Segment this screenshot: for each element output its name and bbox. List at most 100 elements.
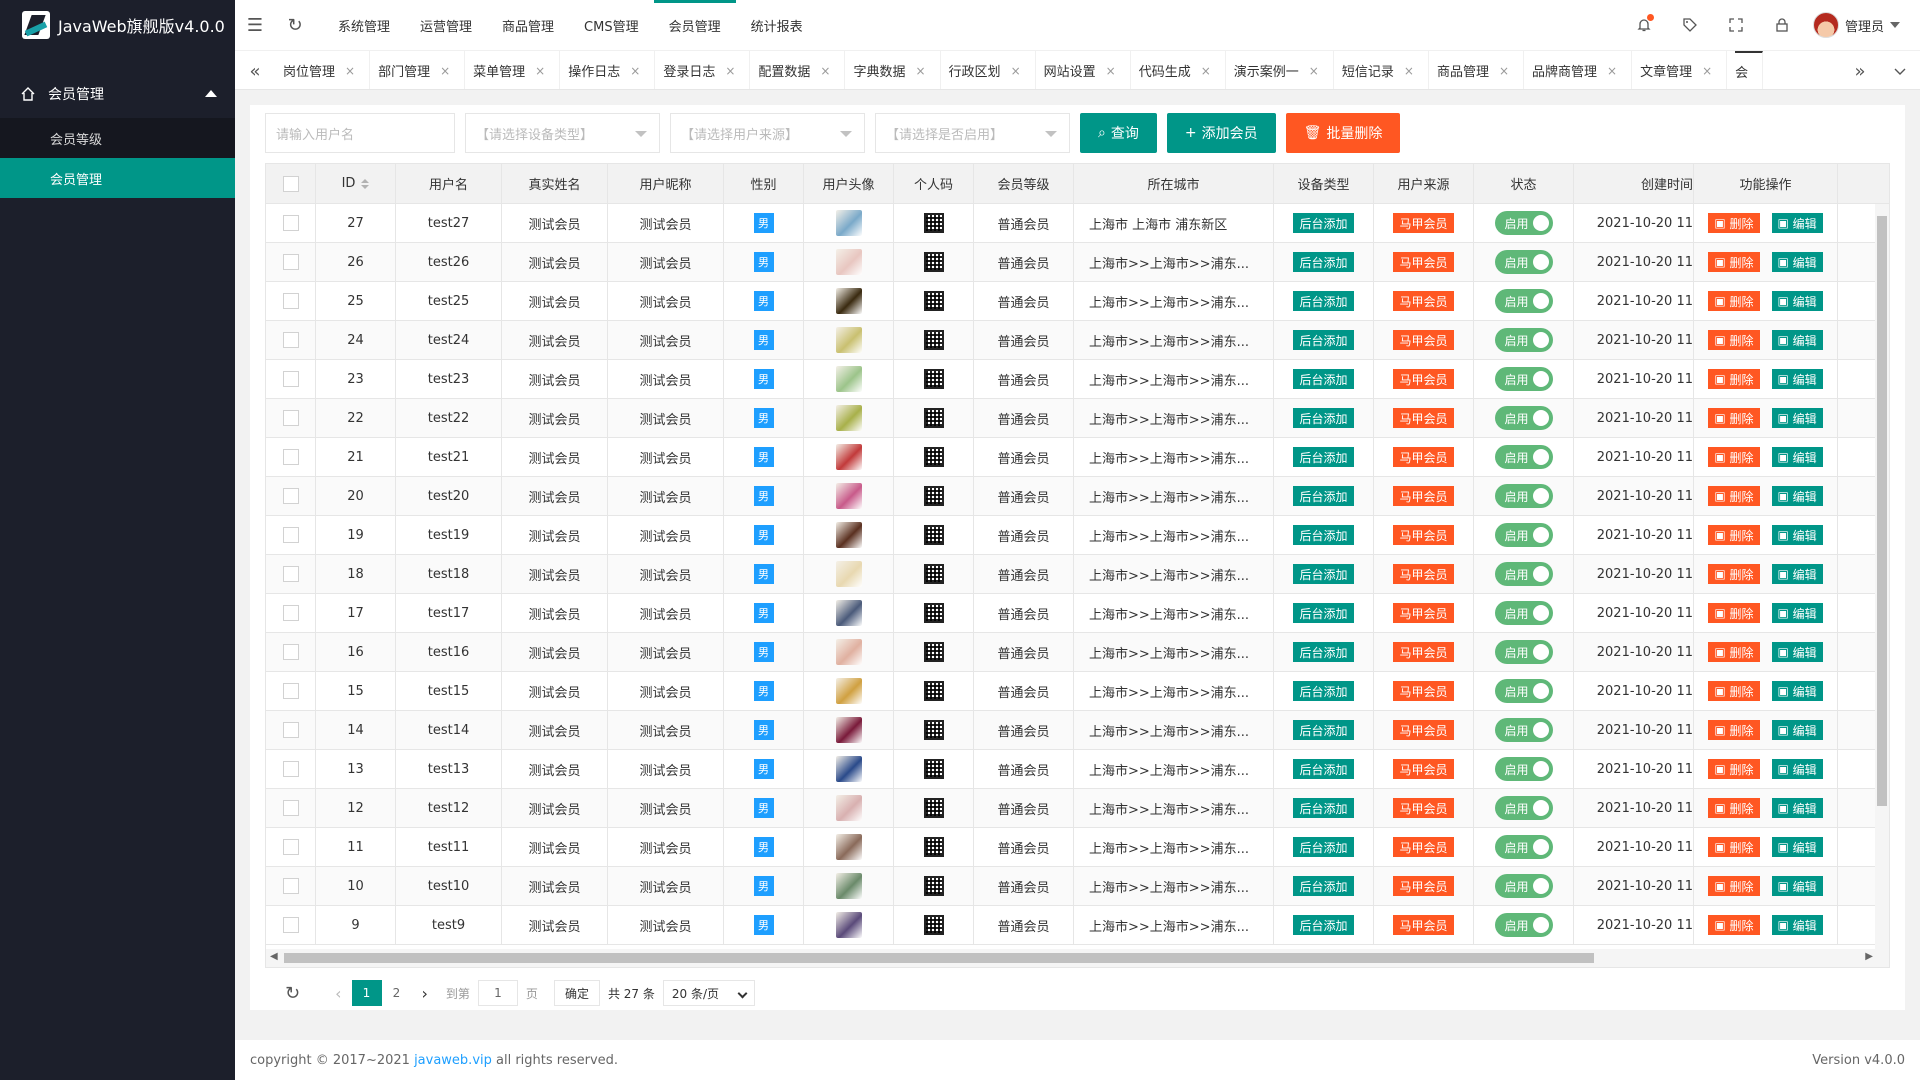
delete-button[interactable]: ▣ 删除 (1708, 564, 1760, 584)
edit-button[interactable]: ▣ 编辑 (1771, 486, 1823, 506)
scroll-right-icon[interactable]: ▶ (1865, 951, 1873, 962)
row-checkbox[interactable] (282, 761, 299, 777)
delete-button[interactable]: ▣ 删除 (1708, 291, 1760, 311)
delete-button[interactable]: ▣ 删除 (1708, 252, 1760, 272)
status-toggle[interactable]: 启用 (1494, 679, 1553, 703)
tab-item[interactable]: 操作日志 × (568, 51, 656, 89)
goto-page-input[interactable]: 1 (477, 980, 518, 1006)
user-avatar-thumb[interactable] (835, 600, 862, 626)
user-avatar-thumb[interactable] (835, 912, 862, 938)
query-button[interactable]: ⌕ 查询 (1080, 113, 1157, 153)
tag-icon[interactable] (1667, 0, 1713, 50)
qr-code-icon[interactable] (923, 486, 944, 506)
topnav-system[interactable]: 系统管理 (323, 0, 405, 50)
status-toggle[interactable]: 启用 (1494, 601, 1553, 625)
status-toggle[interactable]: 启用 (1494, 874, 1553, 898)
delete-button[interactable]: ▣ 删除 (1708, 213, 1760, 233)
close-icon[interactable]: × (345, 64, 355, 78)
enabled-select[interactable]: 【请选择是否启用】 (875, 113, 1070, 153)
user-avatar-thumb[interactable] (835, 327, 862, 353)
row-checkbox[interactable] (282, 839, 299, 855)
delete-button[interactable]: ▣ 删除 (1708, 720, 1760, 740)
user-avatar-thumb[interactable] (835, 444, 862, 470)
edit-button[interactable]: ▣ 编辑 (1771, 408, 1823, 428)
close-icon[interactable]: × (1404, 64, 1414, 78)
qr-code-icon[interactable] (923, 447, 944, 467)
tab-item[interactable]: 代码生成 × (1139, 51, 1226, 89)
close-icon[interactable]: × (1309, 64, 1319, 78)
status-toggle[interactable]: 启用 (1494, 211, 1553, 235)
edit-button[interactable]: ▣ 编辑 (1771, 720, 1823, 740)
user-avatar-thumb[interactable] (835, 873, 862, 899)
status-toggle[interactable]: 启用 (1494, 913, 1553, 937)
status-toggle[interactable]: 启用 (1494, 718, 1553, 742)
tab-item[interactable]: 短信记录 × (1342, 51, 1429, 89)
horizontal-scrollbar[interactable]: ◀ ▶ (266, 949, 1889, 967)
admin-menu[interactable]: 管理员 (1805, 12, 1920, 38)
delete-button[interactable]: ▣ 删除 (1708, 915, 1760, 935)
site-link[interactable]: javaweb.vip (414, 1053, 492, 1068)
tab-item[interactable]: 岗位管理 × (283, 51, 371, 89)
username-search-input[interactable]: 请输入用户名 (265, 113, 455, 153)
qr-code-icon[interactable] (923, 252, 944, 272)
delete-button[interactable]: ▣ 删除 (1708, 759, 1760, 779)
device-type-select[interactable]: 【请选择设备类型】 (465, 113, 660, 153)
goto-confirm-button[interactable]: 确定 (553, 980, 600, 1006)
scroll-left-icon[interactable]: ◀ (270, 951, 278, 962)
status-toggle[interactable]: 启用 (1494, 328, 1553, 352)
row-checkbox[interactable] (282, 293, 299, 309)
qr-code-icon[interactable] (923, 915, 944, 935)
edit-button[interactable]: ▣ 编辑 (1771, 564, 1823, 584)
delete-button[interactable]: ▣ 删除 (1708, 486, 1760, 506)
delete-button[interactable]: ▣ 删除 (1708, 369, 1760, 389)
delete-button[interactable]: ▣ 删除 (1708, 642, 1760, 662)
qr-code-icon[interactable] (923, 213, 944, 233)
next-page-icon[interactable]: › (422, 984, 428, 1003)
page-size-select[interactable]: 20 条/页 (662, 980, 755, 1006)
edit-button[interactable]: ▣ 编辑 (1771, 252, 1823, 272)
edit-button[interactable]: ▣ 编辑 (1771, 759, 1823, 779)
edit-button[interactable]: ▣ 编辑 (1771, 525, 1823, 545)
user-avatar-thumb[interactable] (835, 795, 862, 821)
qr-code-icon[interactable] (923, 681, 944, 701)
close-icon[interactable]: × (820, 64, 830, 78)
tab-item[interactable]: 网站设置 × (1044, 51, 1131, 89)
app-logo[interactable]: JavaWeb旗舰版v4.0.0 (0, 0, 235, 50)
qr-code-icon[interactable] (923, 798, 944, 818)
user-avatar-thumb[interactable] (835, 210, 862, 236)
status-toggle[interactable]: 启用 (1494, 484, 1553, 508)
close-icon[interactable]: × (1499, 64, 1509, 78)
edit-button[interactable]: ▣ 编辑 (1771, 330, 1823, 350)
fullscreen-icon[interactable] (1713, 0, 1759, 50)
topnav-goods[interactable]: 商品管理 (487, 0, 569, 50)
sidebar-group-member[interactable]: 会员管理 (0, 70, 235, 118)
delete-button[interactable]: ▣ 删除 (1708, 681, 1760, 701)
qr-code-icon[interactable] (923, 603, 944, 623)
tab-item[interactable]: 配置数据 × (758, 51, 846, 89)
status-toggle[interactable]: 启用 (1494, 640, 1553, 664)
qr-code-icon[interactable] (923, 330, 944, 350)
qr-code-icon[interactable] (923, 369, 944, 389)
edit-button[interactable]: ▣ 编辑 (1771, 642, 1823, 662)
row-checkbox[interactable] (282, 215, 299, 231)
close-icon[interactable]: × (1011, 64, 1021, 78)
add-member-button[interactable]: + 添加会员 (1166, 113, 1276, 153)
status-toggle[interactable]: 启用 (1494, 757, 1553, 781)
user-source-select[interactable]: 【请选择用户来源】 (670, 113, 865, 153)
close-icon[interactable]: × (630, 64, 640, 78)
tabs-scroll-left-icon[interactable]: « (235, 51, 275, 91)
status-toggle[interactable]: 启用 (1494, 406, 1553, 430)
user-avatar-thumb[interactable] (835, 288, 862, 314)
delete-button[interactable]: ▣ 删除 (1708, 837, 1760, 857)
edit-button[interactable]: ▣ 编辑 (1771, 837, 1823, 857)
qr-code-icon[interactable] (923, 876, 944, 896)
close-icon[interactable]: × (725, 64, 735, 78)
tab-item[interactable]: 商品管理 × (1437, 51, 1525, 89)
lock-icon[interactable] (1759, 0, 1805, 50)
row-checkbox[interactable] (282, 566, 299, 582)
edit-button[interactable]: ▣ 编辑 (1771, 798, 1823, 818)
row-checkbox[interactable] (282, 644, 299, 660)
row-checkbox[interactable] (282, 722, 299, 738)
qr-code-icon[interactable] (923, 837, 944, 857)
tab-item[interactable]: 行政区划 × (949, 51, 1036, 89)
